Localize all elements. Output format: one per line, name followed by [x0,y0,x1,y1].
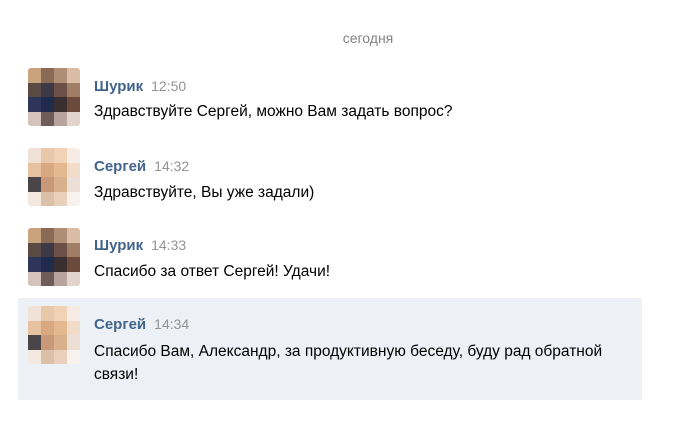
message-item[interactable]: Сергей 14:32 Здравствуйте, Вы уже задали) [18,142,642,217]
avatar[interactable] [28,306,80,364]
avatar[interactable] [28,148,80,206]
avatar[interactable] [28,68,80,126]
message-item-highlighted[interactable]: Сергей 14:34 Спасибо Вам, Александр, за п… [18,298,642,400]
message-item[interactable]: Шурик 14:33 Спасибо за ответ Сергей! Удач… [18,220,642,295]
message-author[interactable]: Шурик 12:50 [94,78,186,95]
message-time[interactable]: 14:32 [154,158,189,174]
avatar[interactable] [28,228,80,286]
message-author[interactable]: Сергей 14:34 [94,316,189,333]
message-time[interactable]: 14:34 [154,316,189,332]
date-separator: сегодня [342,30,394,46]
message-text: Здравствуйте Сергей, можно Вам задать во… [94,103,453,120]
message-author[interactable]: Шурик 14:33 [94,237,186,254]
message-time[interactable]: 12:50 [151,78,186,94]
message-item[interactable]: Шурик 12:50 Здравствуйте Сергей, можно Ва… [18,60,642,135]
message-author[interactable]: Сергей 14:32 [94,158,189,175]
message-time[interactable]: 14:33 [151,237,186,253]
message-text: Спасибо за ответ Сергей! Удачи! [94,263,331,280]
message-text: Здравствуйте, Вы уже задали) [94,184,315,201]
message-text: Спасибо Вам, Александр, за продуктивную … [94,343,603,383]
